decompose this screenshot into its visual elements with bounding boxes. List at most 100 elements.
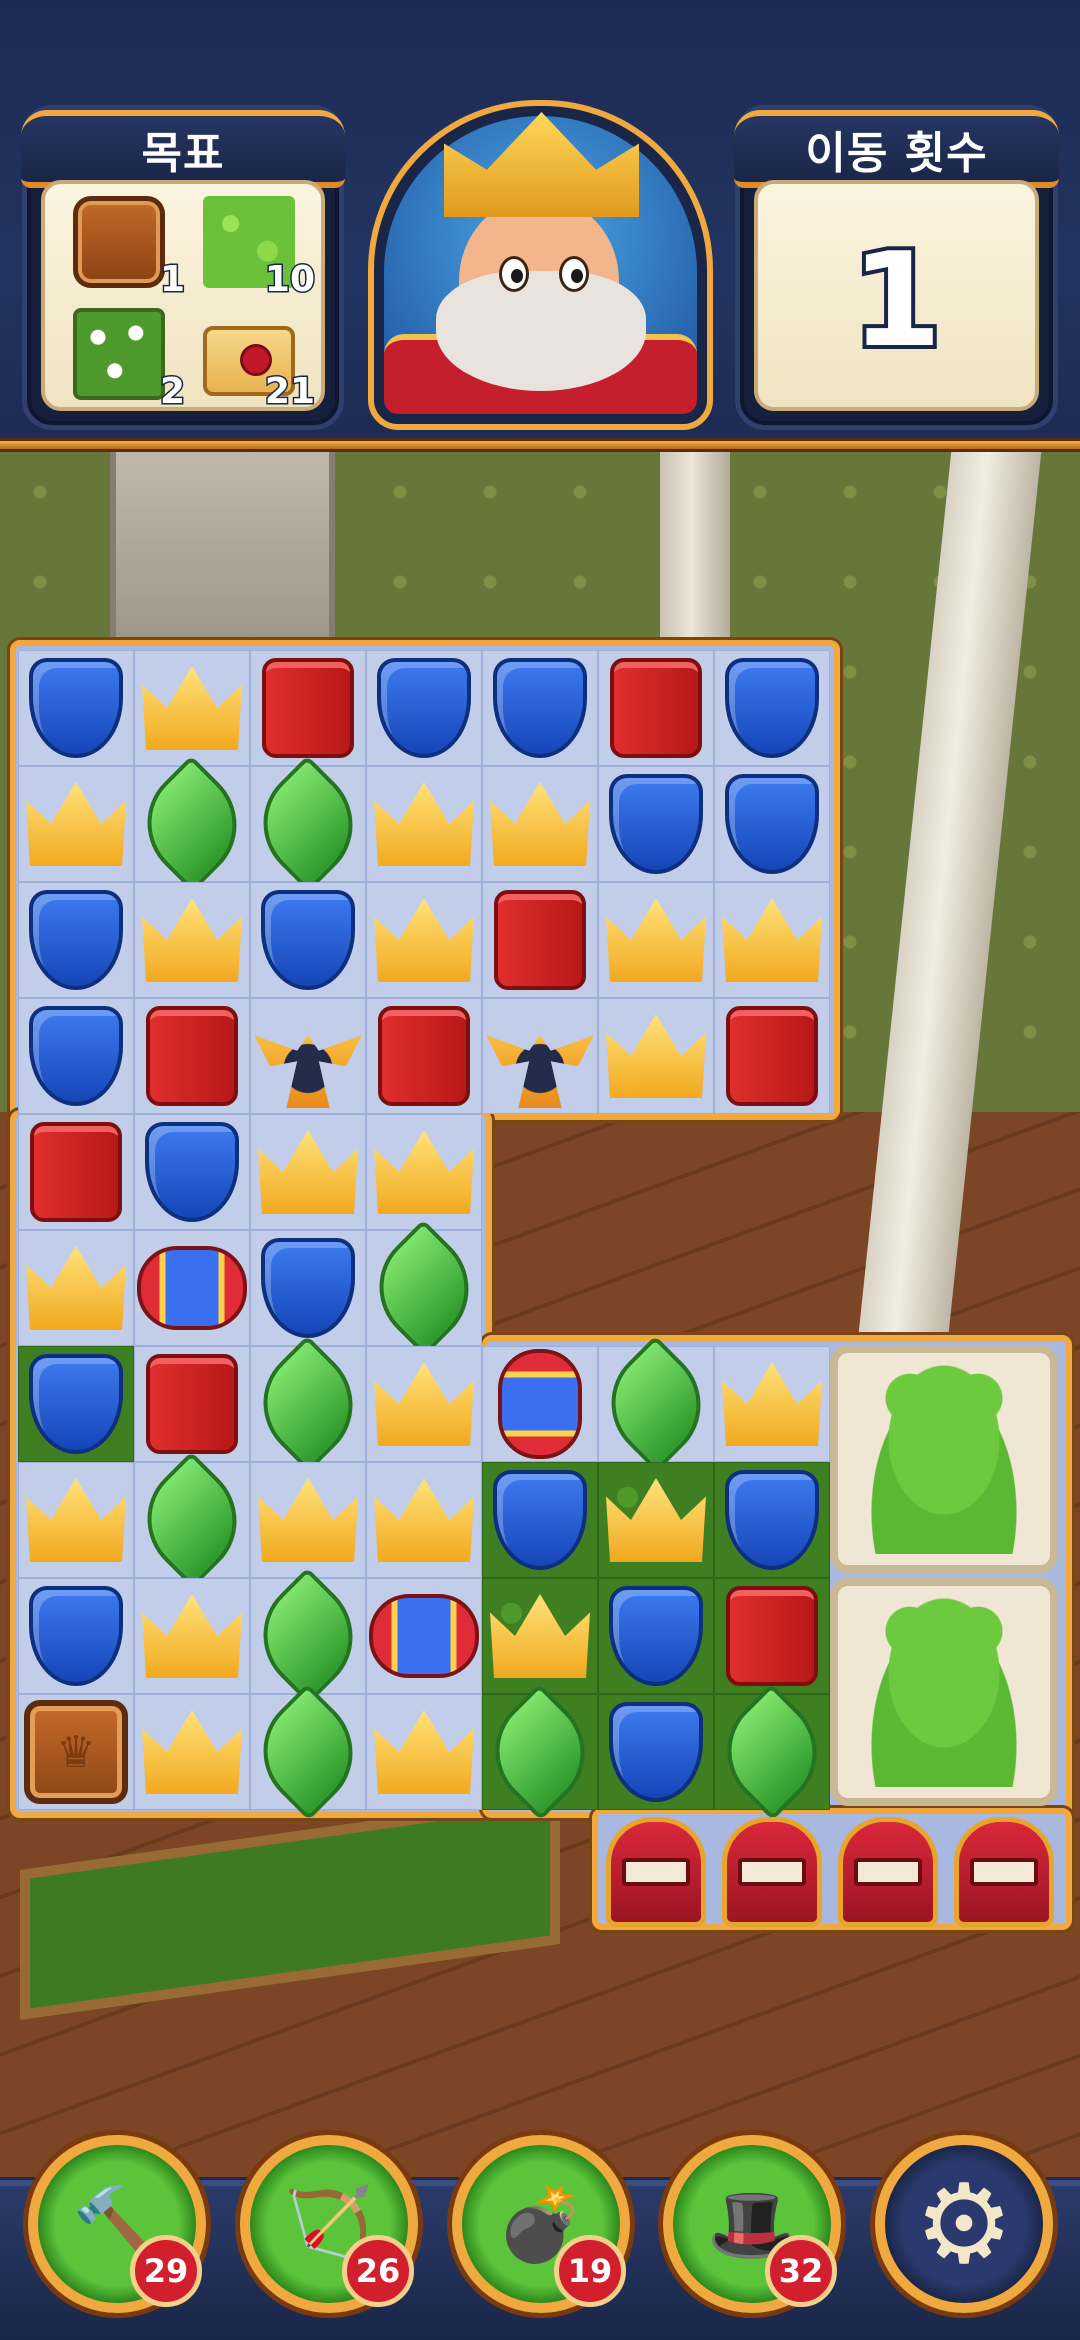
book-icon <box>262 658 354 758</box>
hammer-booster-button[interactable]: 🔨 29 <box>28 2135 206 2313</box>
board-cell[interactable] <box>134 998 250 1114</box>
board-cell[interactable] <box>18 882 134 998</box>
board-cell[interactable] <box>18 998 134 1114</box>
board-cell[interactable] <box>366 1462 482 1578</box>
board-cell[interactable] <box>250 650 366 766</box>
board-cell[interactable] <box>18 1114 134 1230</box>
board-cell[interactable] <box>134 1230 250 1346</box>
board-cell[interactable] <box>714 650 830 766</box>
board-cell[interactable] <box>355 1219 493 1357</box>
board-cell[interactable] <box>123 755 261 893</box>
shield-icon <box>609 1702 703 1802</box>
board-cell[interactable] <box>134 1694 250 1810</box>
arrow-booster-button[interactable]: 🏹 26 <box>240 2135 418 2313</box>
shield-icon <box>261 890 355 990</box>
board-cell[interactable] <box>714 1462 830 1578</box>
board-cell[interactable] <box>250 998 366 1114</box>
book-icon <box>726 1006 818 1106</box>
crown-icon <box>26 782 126 866</box>
board-cell[interactable] <box>598 1578 714 1694</box>
board-cell[interactable] <box>134 1346 250 1462</box>
mailbox-shape <box>838 1817 938 1927</box>
shield-icon <box>29 1586 123 1686</box>
topiary-bear-shape <box>859 1597 1029 1787</box>
board-cell[interactable] <box>239 1567 377 1705</box>
board-cell[interactable] <box>134 1578 250 1694</box>
board-cell[interactable] <box>482 766 598 882</box>
board-cell[interactable] <box>250 882 366 998</box>
board-cell[interactable] <box>239 1335 377 1473</box>
board-cell[interactable] <box>482 1346 598 1462</box>
board-cell[interactable] <box>366 1694 482 1810</box>
board-cell[interactable] <box>714 998 830 1114</box>
board-cell[interactable] <box>134 650 250 766</box>
board-cell[interactable] <box>714 1578 830 1694</box>
board-cell[interactable] <box>714 1346 830 1462</box>
moves-title: 이동 횟수 <box>805 128 988 179</box>
book-icon <box>610 658 702 758</box>
board-cell[interactable] <box>123 1451 261 1589</box>
board-cell[interactable] <box>703 1683 841 1821</box>
board-cell[interactable] <box>714 882 830 998</box>
board-cell[interactable] <box>587 1335 725 1473</box>
board-cell[interactable] <box>482 1578 598 1694</box>
mailbox-icon[interactable] <box>598 1814 714 1930</box>
leaf-icon <box>123 755 261 893</box>
board-cell[interactable] <box>482 1462 598 1578</box>
board-cell[interactable] <box>250 1462 366 1578</box>
board-cell[interactable] <box>366 1578 482 1694</box>
stone-column <box>110 452 335 652</box>
king-eye-icon <box>559 256 589 292</box>
jester-hat-booster-button[interactable]: 🎩 32 <box>663 2135 841 2313</box>
leaf-icon <box>587 1335 725 1473</box>
board-cell[interactable] <box>18 766 134 882</box>
board-cell[interactable] <box>18 1230 134 1346</box>
board-cell[interactable] <box>239 1683 377 1821</box>
board-cell[interactable] <box>18 1462 134 1578</box>
board-cell[interactable] <box>482 882 598 998</box>
mailbox-icon[interactable] <box>830 1814 946 1930</box>
board-cell[interactable] <box>482 650 598 766</box>
board-cell[interactable] <box>250 1230 366 1346</box>
crown-icon <box>142 666 242 750</box>
board-cell[interactable] <box>18 1694 134 1810</box>
board-cell[interactable] <box>134 882 250 998</box>
board-cell[interactable] <box>18 650 134 766</box>
board-cell[interactable] <box>598 998 714 1114</box>
board-cell[interactable] <box>366 766 482 882</box>
board-cell[interactable] <box>366 882 482 998</box>
board-cell[interactable] <box>18 1578 134 1694</box>
board-cell[interactable] <box>366 1346 482 1462</box>
board-cell[interactable] <box>250 1114 366 1230</box>
board-cell[interactable] <box>366 1114 482 1230</box>
settings-button[interactable]: ⚙ <box>875 2135 1053 2313</box>
board-cell[interactable] <box>598 1462 714 1578</box>
board-cell[interactable] <box>598 1694 714 1810</box>
board-cell[interactable] <box>598 650 714 766</box>
board-cell[interactable] <box>366 998 482 1114</box>
goal-flower-bush: 2 <box>65 302 187 414</box>
crown-icon <box>142 1710 242 1794</box>
board-cell[interactable] <box>18 1346 134 1462</box>
shield-icon <box>29 1354 123 1454</box>
cannon-booster-button[interactable]: 💣 19 <box>452 2135 630 2313</box>
crown-icon <box>142 898 242 982</box>
board-cell[interactable] <box>714 766 830 882</box>
shield-icon <box>609 774 703 874</box>
board-cell[interactable] <box>134 1114 250 1230</box>
crown-icon <box>722 898 822 982</box>
board-cell[interactable] <box>598 882 714 998</box>
mailbox-icon[interactable] <box>946 1814 1062 1930</box>
board-cell[interactable] <box>366 650 482 766</box>
board-cell[interactable] <box>239 755 377 893</box>
board-cell[interactable] <box>482 998 598 1114</box>
leaf-icon <box>239 1683 377 1821</box>
crown-icon <box>490 782 590 866</box>
booster-count: 26 <box>342 2235 414 2307</box>
crown-icon <box>606 1014 706 1098</box>
shield-icon <box>261 1238 355 1338</box>
board-cell[interactable] <box>471 1683 609 1821</box>
mailbox-icon[interactable] <box>714 1814 830 1930</box>
moves-panel: 이동 횟수 1 <box>734 105 1059 430</box>
board-cell[interactable] <box>598 766 714 882</box>
